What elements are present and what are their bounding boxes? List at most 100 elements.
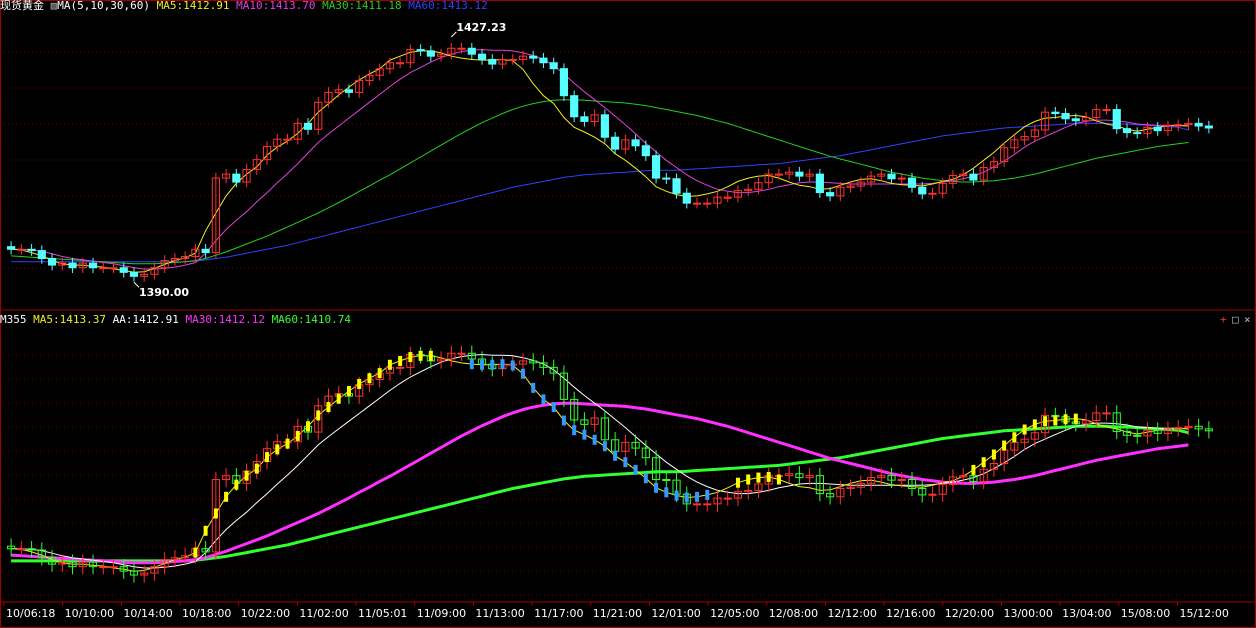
candle xyxy=(600,114,609,138)
signal-mark xyxy=(428,350,433,361)
ma60-line xyxy=(11,122,1189,263)
signal-mark xyxy=(326,402,331,413)
ma30-line xyxy=(11,99,1189,265)
signal-mark xyxy=(224,491,229,502)
signal-mark xyxy=(1043,416,1048,427)
candle xyxy=(47,258,57,266)
candle xyxy=(201,248,210,254)
bottom-ma60-line xyxy=(11,424,1189,563)
low-price-label: 1390.00 xyxy=(139,286,189,299)
candle xyxy=(457,47,466,50)
bottom-candle xyxy=(703,503,712,506)
indicator-name[interactable]: MA(5,10,30,60) xyxy=(57,0,150,12)
candle xyxy=(1153,126,1162,132)
signal-mark xyxy=(756,472,761,483)
x-tick-label: 12/20:00 xyxy=(945,607,994,620)
signal-mark xyxy=(398,355,403,366)
candle xyxy=(723,196,732,199)
signal-mark xyxy=(633,464,638,475)
candle xyxy=(826,192,835,197)
candle xyxy=(1133,132,1142,135)
candle xyxy=(580,116,589,122)
bottom-candle xyxy=(692,503,702,506)
signal-mark xyxy=(1053,415,1058,426)
candle xyxy=(651,155,661,179)
x-tick-label: 11/05:01 xyxy=(358,607,407,620)
instrument-title: 现货黄金 xyxy=(0,0,44,12)
ma10-line xyxy=(11,49,1189,270)
candle xyxy=(68,262,77,269)
bottom-legend: M355 MA5:1413.37 AA:1412.91 MA30:1412.12… xyxy=(0,314,351,326)
x-tick-label: 10/06:18 xyxy=(6,607,55,620)
signal-mark xyxy=(254,463,259,474)
candle xyxy=(7,246,16,250)
signal-mark xyxy=(602,441,607,452)
signal-mark xyxy=(490,359,495,370)
candle xyxy=(232,173,241,183)
candle xyxy=(99,267,108,270)
legend-entry: MA30:1411.18 xyxy=(322,0,409,12)
signal-mark xyxy=(664,487,669,498)
signal-mark xyxy=(592,434,597,445)
signal-mark xyxy=(1073,413,1078,424)
candle xyxy=(508,58,517,61)
signal-mark xyxy=(367,373,372,384)
x-tick-label: 12/05:00 xyxy=(710,607,759,620)
candle xyxy=(17,248,26,251)
candle xyxy=(815,173,824,194)
signal-mark xyxy=(295,430,300,441)
close-icon[interactable]: × xyxy=(1244,314,1251,326)
legend-entry: AA:1412.91 xyxy=(112,313,186,326)
candle xyxy=(1122,128,1132,134)
candle xyxy=(467,47,476,55)
bottom-candle xyxy=(928,493,937,496)
candle xyxy=(283,138,292,141)
x-tick-label: 12/16:00 xyxy=(886,607,935,620)
legend-entry: MA5:1412.91 xyxy=(156,0,237,12)
signal-mark xyxy=(1022,424,1027,435)
candle xyxy=(887,173,896,180)
candle xyxy=(539,57,548,64)
candle xyxy=(969,173,978,181)
candle xyxy=(1061,113,1070,120)
candle xyxy=(88,262,98,269)
candle xyxy=(897,177,906,180)
signal-mark xyxy=(213,508,218,519)
bottom-ma30-line xyxy=(10,401,1189,565)
signal-mark xyxy=(654,482,659,493)
x-tick-label: 10/14:00 xyxy=(123,607,172,620)
candle xyxy=(303,122,313,130)
candle xyxy=(1051,111,1060,114)
candle xyxy=(907,177,917,188)
candle xyxy=(344,89,354,93)
signal-mark xyxy=(377,368,382,379)
x-tick-label: 11/21:00 xyxy=(593,607,642,620)
signal-mark xyxy=(275,444,280,455)
x-tick-label: 10/10:00 xyxy=(65,607,114,620)
candle xyxy=(631,139,640,147)
signal-mark xyxy=(981,457,986,468)
candle xyxy=(795,171,804,177)
signal-mark xyxy=(387,359,392,370)
candle xyxy=(1102,109,1111,112)
signal-mark xyxy=(766,471,771,482)
add-icon[interactable]: + xyxy=(1220,314,1227,326)
signal-mark xyxy=(520,368,525,379)
x-tick-label: 10/18:00 xyxy=(182,607,231,620)
signal-mark xyxy=(674,490,679,501)
candle xyxy=(529,55,538,59)
signal-mark xyxy=(500,359,505,370)
signal-mark xyxy=(203,525,208,536)
candle xyxy=(559,68,569,97)
signal-mark xyxy=(244,470,249,481)
x-tick-label: 11/13:00 xyxy=(475,607,524,620)
signal-mark xyxy=(572,425,577,436)
candle xyxy=(416,49,425,52)
candle xyxy=(396,62,405,65)
restore-icon[interactable]: □ xyxy=(1232,314,1239,326)
signal-mark xyxy=(643,473,648,484)
indicator-panel-name[interactable]: M355 xyxy=(0,313,27,326)
signal-mark xyxy=(623,457,628,468)
signal-mark xyxy=(357,379,362,390)
top-legend-values: MA5:1412.91 MA10:1413.70 MA30:1411.18 MA… xyxy=(157,0,488,12)
